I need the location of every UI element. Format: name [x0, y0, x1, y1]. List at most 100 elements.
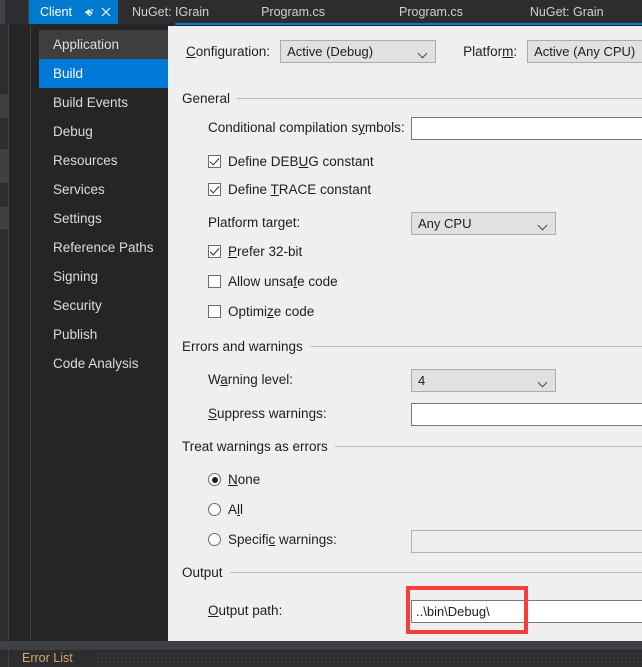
checkbox-box	[208, 305, 221, 318]
sidebar-item-code-analysis-label: Code Analysis	[53, 356, 139, 371]
suppress-warnings-label: Suppress warnings:	[208, 406, 327, 421]
sidebar-item-build-label: Build	[53, 66, 84, 81]
tab-nuget-igrain[interactable]: NuGet: IGrain	[118, 0, 223, 24]
tab-program-cs-1-label: Program.cs	[261, 5, 325, 19]
prefer-32bit-checkbox[interactable]: Prefer 32-bit	[208, 244, 302, 259]
tab-strip-gutter	[5, 0, 29, 24]
auto-hide-rail	[0, 24, 9, 667]
suppress-warnings-textbox[interactable]	[411, 403, 642, 426]
radio-box	[208, 533, 221, 546]
output-path-label: Output path:	[208, 603, 283, 618]
auto-hide-tab-3[interactable]	[0, 207, 8, 229]
treat-warnings-specific-label: Specific warnings:	[228, 532, 337, 547]
group-treat-warnings-as-errors-divider	[334, 446, 642, 447]
panel-drag-texture	[96, 652, 642, 666]
chevron-down-icon	[419, 50, 428, 55]
treat-warnings-none-radio[interactable]: None	[208, 472, 260, 487]
error-list-title[interactable]: Error List	[22, 651, 73, 665]
platform-combobox[interactable]: Active (Any CPU)	[527, 40, 642, 63]
output-path-textbox[interactable]: ..\bin\Debug\	[411, 600, 642, 623]
sidebar-item-signing-label: Signing	[53, 269, 99, 284]
sidebar-item-security[interactable]: Security	[31, 291, 168, 320]
specific-warnings-textbox[interactable]	[411, 530, 642, 553]
tab-nuget-grain[interactable]: NuGet: Grain	[499, 0, 635, 24]
optimize-code-checkbox[interactable]: Optimize code	[208, 304, 314, 319]
group-errors-and-warnings-title: Errors and warnings	[182, 339, 303, 354]
chevron-down-icon	[539, 379, 548, 384]
auto-hide-tab-2[interactable]	[0, 149, 8, 183]
pin-icon[interactable]	[82, 4, 98, 20]
build-settings-pane: Configuration: Active (Debug) Platform: …	[168, 26, 642, 641]
treat-warnings-all-radio[interactable]: All	[208, 502, 243, 517]
radio-box	[208, 473, 221, 486]
define-debug-checkbox[interactable]: Define DEBUG constant	[208, 154, 374, 169]
allow-unsafe-code-label: Allow unsafe code	[228, 274, 338, 289]
configuration-label: Configuration:	[186, 44, 271, 59]
sidebar-item-code-analysis[interactable]: Code Analysis	[31, 349, 168, 378]
group-treat-warnings-as-errors: Treat warnings as errors	[182, 439, 642, 454]
error-list-left-rail	[0, 650, 9, 667]
prefer-32bit-label: Prefer 32-bit	[228, 244, 303, 259]
editor-tab-strip: Client NuGet: IGrain Program.cs Program.…	[0, 0, 642, 24]
configuration-combobox[interactable]: Active (Debug)	[280, 40, 437, 63]
define-trace-label: Define TRACE constant	[228, 182, 372, 197]
properties-category-sidebar: Application Build Build Events Debug Res…	[30, 26, 177, 641]
configuration-combobox-value: Active (Debug)	[287, 44, 374, 59]
active-document-underline	[175, 23, 642, 25]
sidebar-item-debug-label: Debug	[53, 124, 93, 139]
sidebar-item-application-label: Application	[53, 37, 120, 52]
horizontal-splitter[interactable]	[0, 641, 642, 650]
warning-level-value: 4	[418, 373, 426, 388]
sidebar-item-build[interactable]: Build	[39, 59, 177, 88]
treat-warnings-none-label: None	[228, 472, 261, 487]
sidebar-item-signing[interactable]: Signing	[31, 262, 168, 291]
sidebar-item-services-label: Services	[53, 182, 105, 197]
tab-program-cs-2-label: Program.cs	[399, 5, 463, 19]
sidebar-item-debug[interactable]: Debug	[31, 117, 168, 146]
tab-client-label: Client	[40, 5, 72, 19]
platform-combobox-value: Active (Any CPU)	[534, 44, 636, 59]
sidebar-item-reference-paths-label: Reference Paths	[53, 240, 154, 255]
sidebar-item-publish-label: Publish	[53, 327, 98, 342]
checkbox-box	[208, 183, 221, 196]
group-output: Output	[182, 565, 642, 580]
auto-hide-tab-1[interactable]	[0, 94, 8, 118]
warning-level-label: Warning level:	[208, 372, 294, 387]
sidebar-item-build-events-label: Build Events	[53, 95, 129, 110]
tab-class1-cs[interactable]: Class1.c	[635, 0, 642, 24]
error-list-panel-header: Error List	[0, 650, 642, 667]
group-general-title: General	[182, 91, 231, 106]
platform-target-combobox[interactable]: Any CPU	[411, 212, 556, 235]
sidebar-item-publish[interactable]: Publish	[31, 320, 168, 349]
visual-studio-project-properties-window: Client NuGet: IGrain Program.cs Program.…	[0, 0, 642, 667]
allow-unsafe-code-checkbox[interactable]: Allow unsafe code	[208, 274, 338, 289]
treat-warnings-specific-radio[interactable]: Specific warnings:	[208, 532, 337, 547]
close-icon[interactable]	[98, 4, 114, 20]
tab-program-cs-2[interactable]: Program.cs	[363, 0, 499, 24]
group-general-divider	[237, 98, 642, 99]
tool-window-gutter	[9, 24, 30, 667]
define-trace-checkbox[interactable]: Define TRACE constant	[208, 182, 371, 197]
tab-nuget-grain-label: NuGet: Grain	[529, 5, 604, 19]
sidebar-item-settings[interactable]: Settings	[31, 204, 168, 233]
sidebar-item-reference-paths[interactable]: Reference Paths	[31, 233, 168, 262]
sidebar-item-application[interactable]: Application	[39, 30, 168, 59]
checkbox-box	[208, 245, 221, 258]
radio-box	[208, 503, 221, 516]
sidebar-item-build-events[interactable]: Build Events	[31, 88, 168, 117]
chevron-down-icon	[539, 222, 548, 227]
configuration-row: Configuration: Active (Debug) Platform: …	[186, 40, 642, 63]
tab-program-cs-1[interactable]: Program.cs	[223, 0, 363, 24]
tab-nuget-igrain-label: NuGet: IGrain	[131, 5, 210, 19]
output-path-value: ..\bin\Debug\	[416, 604, 490, 619]
conditional-symbols-textbox[interactable]	[411, 117, 642, 140]
treat-warnings-all-label: All	[228, 502, 244, 517]
tab-client[interactable]: Client	[29, 0, 118, 24]
sidebar-item-settings-label: Settings	[53, 211, 102, 226]
define-debug-label: Define DEBUG constant	[228, 154, 374, 169]
sidebar-item-resources[interactable]: Resources	[31, 146, 168, 175]
group-general: General	[182, 91, 642, 106]
group-treat-warnings-as-errors-title: Treat warnings as errors	[182, 439, 328, 454]
warning-level-combobox[interactable]: 4	[411, 369, 556, 392]
sidebar-item-services[interactable]: Services	[31, 175, 168, 204]
